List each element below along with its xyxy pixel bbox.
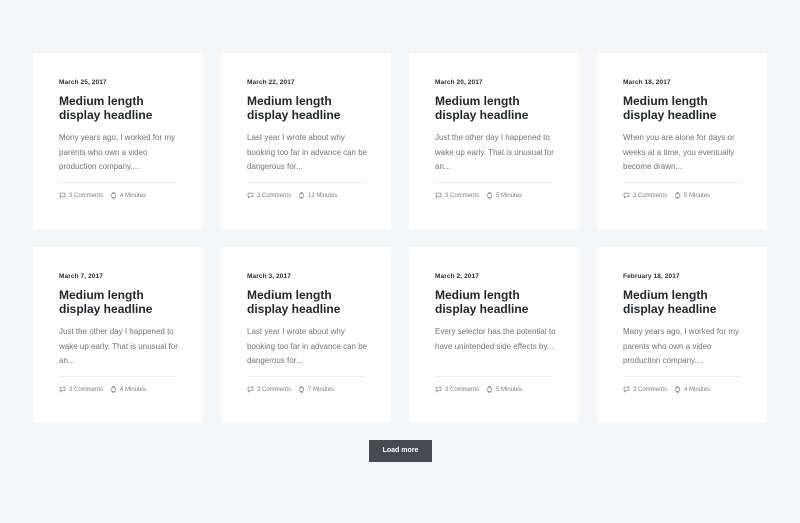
comment-icon — [623, 386, 630, 393]
post-meta: 3 Comments 4 Minutes — [59, 386, 153, 393]
post-card[interactable]: February 18, 2017 Medium length display … — [597, 247, 767, 423]
post-headline[interactable]: Medium length display headline — [247, 94, 367, 122]
read-time: 5 Minutes — [496, 192, 523, 199]
post-card[interactable]: March 3, 2017 Medium length display head… — [221, 247, 391, 423]
post-card[interactable]: March 22, 2017 Medium length display hea… — [221, 53, 391, 229]
card-divider — [435, 182, 553, 183]
post-card[interactable]: March 20, 2017 Medium length display hea… — [409, 53, 579, 229]
comment-icon — [59, 192, 66, 199]
post-meta: 3 Comments 12 Minutes — [247, 192, 344, 199]
post-date: March 18, 2017 — [623, 79, 671, 86]
post-meta: 3 Comments 5 Minutes — [435, 192, 529, 199]
card-divider — [247, 376, 365, 377]
read-time-meta: 4 Minutes — [110, 192, 146, 199]
card-divider — [59, 182, 177, 183]
comment-icon — [59, 386, 66, 393]
post-meta: 3 Comments 5 Minutes — [623, 192, 717, 199]
comments-meta[interactable]: 3 Comments — [435, 386, 479, 393]
post-date: March 20, 2017 — [435, 79, 483, 86]
read-time: 7 Minutes — [308, 386, 335, 393]
post-headline[interactable]: Medium length display headline — [623, 94, 743, 122]
post-excerpt: Just the other day I happened to wake up… — [59, 327, 178, 365]
comments-meta[interactable]: 3 Comments — [247, 192, 291, 199]
watch-icon — [111, 386, 116, 393]
comments-meta[interactable]: 3 Comments — [247, 386, 291, 393]
post-date: March 22, 2017 — [247, 79, 295, 86]
comment-icon — [435, 192, 442, 199]
read-time: 5 Minutes — [684, 192, 711, 199]
post-date: March 2, 2017 — [435, 273, 479, 280]
watch-icon — [299, 386, 304, 393]
post-grid: March 25, 2017 Medium length display hea… — [33, 53, 767, 423]
comments-meta[interactable]: 3 Comments — [59, 192, 103, 199]
comments-count: 3 Comments — [69, 386, 104, 393]
post-date: February 18, 2017 — [623, 273, 680, 280]
post-meta: 3 Comments 4 Minutes — [59, 192, 153, 199]
post-headline[interactable]: Medium length display headline — [435, 288, 555, 316]
post-excerpt: Just the other day I happened to wake up… — [435, 133, 554, 171]
read-time: 4 Minutes — [120, 192, 147, 199]
comments-count: 3 Comments — [69, 192, 104, 199]
read-time-meta: 4 Minutes — [110, 386, 146, 393]
read-time: 5 Minutes — [496, 386, 523, 393]
watch-icon — [675, 386, 680, 393]
comments-meta[interactable]: 3 Comments — [59, 386, 103, 393]
post-card[interactable]: March 18, 2017 Medium length display hea… — [597, 53, 767, 229]
comments-meta[interactable]: 3 Comments — [623, 192, 667, 199]
comments-count: 3 Comments — [445, 192, 480, 199]
comment-icon — [247, 386, 254, 393]
card-divider — [435, 376, 553, 377]
blog-listing-page: March 25, 2017 Medium length display hea… — [0, 0, 800, 523]
card-divider — [623, 182, 741, 183]
read-time: 12 Minutes — [308, 192, 338, 199]
post-date: March 25, 2017 — [59, 79, 107, 86]
post-meta: 3 Comments 5 Minutes — [435, 386, 529, 393]
comments-meta[interactable]: 3 Comments — [623, 386, 667, 393]
comments-count: 3 Comments — [257, 386, 292, 393]
card-divider — [247, 182, 365, 183]
post-meta: 3 Comments 7 Minutes — [247, 386, 341, 393]
read-time-meta: 5 Minutes — [486, 192, 522, 199]
comment-icon — [435, 386, 442, 393]
comments-count: 3 Comments — [633, 192, 668, 199]
post-excerpt: Every selector has the potential to have… — [435, 327, 556, 351]
post-card[interactable]: March 25, 2017 Medium length display hea… — [33, 53, 203, 229]
comment-icon — [247, 192, 254, 199]
comment-icon — [623, 192, 630, 199]
post-headline[interactable]: Medium length display headline — [623, 288, 743, 316]
comments-count: 3 Comments — [445, 386, 480, 393]
post-excerpt: When you are alone for days or weeks at … — [623, 133, 735, 171]
watch-icon — [299, 192, 304, 199]
post-card[interactable]: March 2, 2017 Medium length display head… — [409, 247, 579, 423]
post-excerpt: Mony years ago, I worked for my parents … — [59, 133, 176, 171]
read-time-meta: 4 Minutes — [674, 386, 710, 393]
comments-meta[interactable]: 3 Comments — [435, 192, 479, 199]
card-divider — [623, 376, 741, 377]
post-excerpt: Last year I wrote about why booking too … — [247, 327, 368, 365]
post-headline[interactable]: Medium length display headline — [435, 94, 555, 122]
watch-icon — [111, 192, 116, 199]
read-time: 4 Minutes — [120, 386, 147, 393]
read-time-meta: 7 Minutes — [298, 386, 334, 393]
post-headline[interactable]: Medium length display headline — [59, 94, 179, 122]
post-card[interactable]: March 7, 2017 Medium length display head… — [33, 247, 203, 423]
card-divider — [59, 376, 177, 377]
post-date: March 3, 2017 — [247, 273, 291, 280]
post-date: March 7, 2017 — [59, 273, 103, 280]
watch-icon — [487, 386, 492, 393]
read-time-meta: 5 Minutes — [486, 386, 522, 393]
read-time-meta: 5 Minutes — [674, 192, 710, 199]
watch-icon — [675, 192, 680, 199]
watch-icon — [487, 192, 492, 199]
post-meta: 3 Comments 4 Minutes — [623, 386, 717, 393]
post-excerpt: Many years ago, I worked for my parents … — [623, 327, 740, 365]
read-time-meta: 12 Minutes — [298, 192, 337, 199]
post-excerpt: Last year I wrote about why booking too … — [247, 133, 368, 171]
post-headline[interactable]: Medium length display headline — [247, 288, 367, 316]
comments-count: 3 Comments — [633, 386, 668, 393]
load-more-button[interactable]: Load more — [369, 440, 432, 462]
read-time: 4 Minutes — [684, 386, 711, 393]
comments-count: 3 Comments — [257, 192, 292, 199]
post-headline[interactable]: Medium length display headline — [59, 288, 179, 316]
